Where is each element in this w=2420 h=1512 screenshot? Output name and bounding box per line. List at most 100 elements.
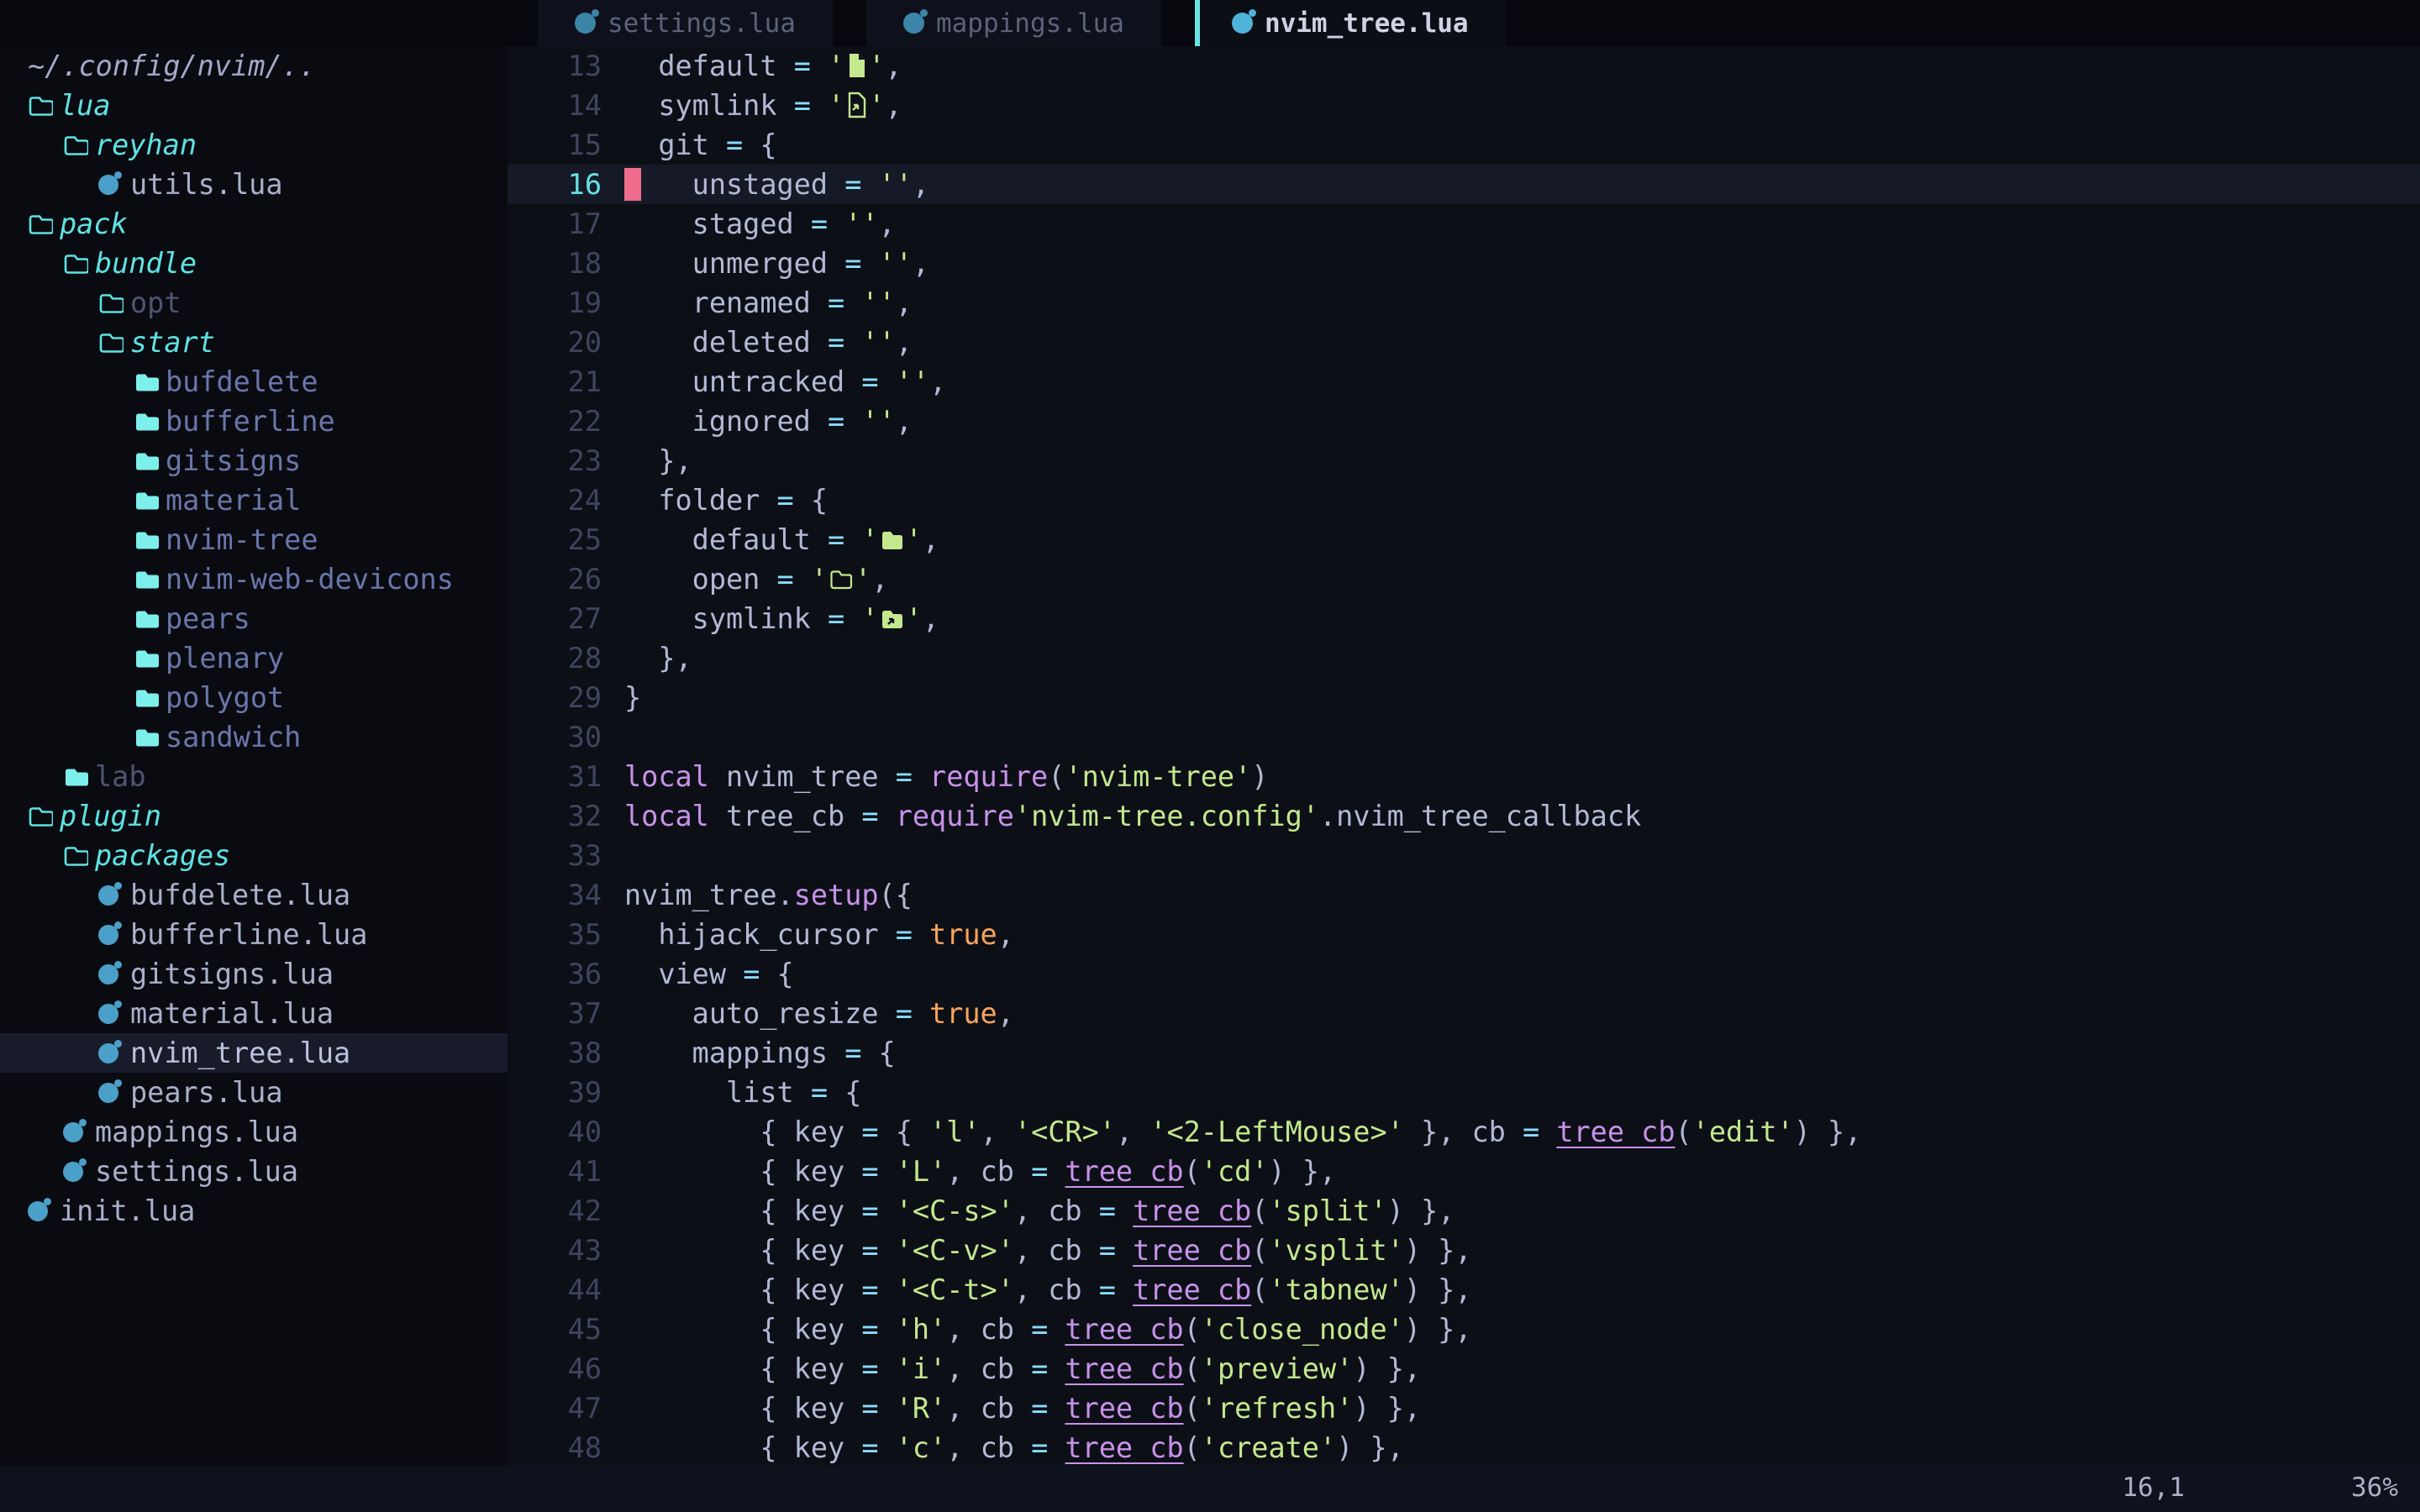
tree-item-material-lua[interactable]: material.lua [0, 994, 508, 1033]
code-line-33[interactable]: 33 [508, 836, 2420, 875]
tree-item-pears-lua[interactable]: pears.lua [0, 1073, 508, 1112]
tree-item-utils-lua[interactable]: utils.lua [0, 165, 508, 204]
tree-item-config-nvim[interactable]: ~/.config/nvim/.. [0, 46, 508, 86]
tree-item-material[interactable]: material [0, 480, 508, 520]
line-number: 25 [508, 520, 624, 559]
code-token [861, 168, 878, 201]
lua-file-icon [98, 885, 130, 906]
tree-item-plugin[interactable]: plugin [0, 796, 508, 836]
tab-label: settings.lua [608, 8, 796, 39]
tree-item-bufferline[interactable]: bufferline [0, 402, 508, 441]
code-line-21[interactable]: 21 untracked = '', [508, 362, 2420, 402]
code-line-37[interactable]: 37 auto_resize = true, [508, 994, 2420, 1033]
code-line-30[interactable]: 30 [508, 717, 2420, 757]
tree-item-packages[interactable]: packages [0, 836, 508, 875]
tree-item-gitsigns-lua[interactable]: gitsigns.lua [0, 954, 508, 994]
tree-item-mappings-lua[interactable]: mappings.lua [0, 1112, 508, 1152]
code-token: }, cb [1404, 1116, 1523, 1148]
code-line-48[interactable]: 48 { key = 'c', cb = tree_cb('create') }… [508, 1428, 2420, 1466]
code-line-20[interactable]: 20 deleted = '', [508, 323, 2420, 362]
code-token: unstaged [641, 168, 844, 201]
code-line-44[interactable]: 44 { key = '<C-t>', cb = tree_cb('tabnew… [508, 1270, 2420, 1310]
code-line-13[interactable]: 13 default = '', [508, 46, 2420, 86]
code-line-45[interactable]: 45 { key = 'h', cb = tree_cb('close_node… [508, 1310, 2420, 1349]
code-line-17[interactable]: 17 staged = '', [508, 204, 2420, 244]
code-token: = [743, 958, 760, 990]
code-line-18[interactable]: 18 unmerged = '', [508, 244, 2420, 283]
code-line-26[interactable]: 26 open = '', [508, 559, 2420, 599]
line-number: 44 [508, 1270, 624, 1310]
folder-open-icon [98, 331, 130, 354]
code-line-47[interactable]: 47 { key = 'R', cb = tree_cb('refresh') … [508, 1389, 2420, 1428]
tree-item-nvim-tree-lua[interactable]: nvim_tree.lua [0, 1033, 508, 1073]
code-line-34[interactable]: 34nvim_tree.setup({ [508, 875, 2420, 915]
line-number: 42 [508, 1191, 624, 1231]
line-number: 32 [508, 796, 624, 836]
tree-item-bufferline-lua[interactable]: bufferline.lua [0, 915, 508, 954]
code-line-16[interactable]: 16 unstaged = '', [508, 165, 2420, 204]
code-line-35[interactable]: 35 hijack_cursor = true, [508, 915, 2420, 954]
code-line-41[interactable]: 41 { key = 'L', cb = tree_cb('cd') }, [508, 1152, 2420, 1191]
code-line-43[interactable]: 43 { key = '<C-v>', cb = tree_cb('vsplit… [508, 1231, 2420, 1270]
code-token: { key [624, 1392, 861, 1425]
code-token: '<CR>' [1014, 1116, 1116, 1148]
code-token: 'nvim-tree' [1065, 760, 1251, 793]
folder-closed-icon [134, 686, 166, 710]
code-line-29[interactable]: 29} [508, 678, 2420, 717]
tab-settings-lua[interactable]: settings.lua [538, 0, 833, 46]
code-token [879, 1313, 896, 1346]
code-line-24[interactable]: 24 folder = { [508, 480, 2420, 520]
tree-item-bufdelete[interactable]: bufdelete [0, 362, 508, 402]
code-token [879, 1273, 896, 1306]
tree-item-bufdelete-lua[interactable]: bufdelete.lua [0, 875, 508, 915]
code-token: , [997, 918, 1014, 951]
code-line-40[interactable]: 40 { key = { 'l', '<CR>', '<2-LeftMouse>… [508, 1112, 2420, 1152]
code-line-22[interactable]: 22 ignored = '', [508, 402, 2420, 441]
code-line-46[interactable]: 46 { key = 'i', cb = tree_cb('preview') … [508, 1349, 2420, 1389]
code-line-39[interactable]: 39 list = { [508, 1073, 2420, 1112]
lua-file-icon [28, 1201, 60, 1221]
tab-mappings-lua[interactable]: mappings.lua [866, 0, 1161, 46]
tree-item-start[interactable]: start [0, 323, 508, 362]
tab-nvim-tree-lua[interactable]: nvim_tree.lua [1195, 0, 1506, 46]
line-number: 43 [508, 1231, 624, 1270]
tree-item-settings-lua[interactable]: settings.lua [0, 1152, 508, 1191]
tree-item-plenary[interactable]: plenary [0, 638, 508, 678]
tree-item-lab[interactable]: lab [0, 757, 508, 796]
code-line-36[interactable]: 36 view = { [508, 954, 2420, 994]
code-token: , [929, 365, 946, 398]
code-line-14[interactable]: 14 symlink = '', [508, 86, 2420, 125]
code-token: '<C-s>' [896, 1194, 1014, 1227]
tree-item-nvim-web-devicons[interactable]: nvim-web-devicons [0, 559, 508, 599]
tree-item-reyhan[interactable]: reyhan [0, 125, 508, 165]
code-line-38[interactable]: 38 mappings = { [508, 1033, 2420, 1073]
code-token: ignored [624, 405, 828, 438]
code-line-42[interactable]: 42 { key = '<C-s>', cb = tree_cb('split'… [508, 1191, 2420, 1231]
lua-file-icon [63, 1162, 95, 1182]
tree-item-init-lua[interactable]: init.lua [0, 1191, 508, 1231]
code-token: ' [811, 563, 828, 596]
lua-file-icon [903, 13, 924, 34]
code-token: = [1031, 1392, 1048, 1425]
code-line-25[interactable]: 25 default = '', [508, 520, 2420, 559]
tree-item-lua[interactable]: lua [0, 86, 508, 125]
code-line-27[interactable]: 27 symlink = '', [508, 599, 2420, 638]
tree-item-gitsigns[interactable]: gitsigns [0, 441, 508, 480]
code-line-32[interactable]: 32local tree_cb = require'nvim-tree.conf… [508, 796, 2420, 836]
code-token: ' [868, 89, 885, 122]
code-token: = [861, 1392, 878, 1425]
code-line-28[interactable]: 28 }, [508, 638, 2420, 678]
code-line-15[interactable]: 15 git = { [508, 125, 2420, 165]
tree-item-sandwich[interactable]: sandwich [0, 717, 508, 757]
tree-item-opt[interactable]: opt [0, 283, 508, 323]
code-line-31[interactable]: 31local nvim_tree = require('nvim-tree') [508, 757, 2420, 796]
code-line-19[interactable]: 19 renamed = '', [508, 283, 2420, 323]
tree-item-pears[interactable]: pears [0, 599, 508, 638]
tree-item-nvim-tree[interactable]: nvim-tree [0, 520, 508, 559]
tree-item-pack[interactable]: pack [0, 204, 508, 244]
code-line-23[interactable]: 23 }, [508, 441, 2420, 480]
code-editor[interactable]: 13 default = '',14 symlink = '',15 git =… [508, 46, 2420, 1466]
code-token: , [896, 326, 913, 359]
tree-item-bundle[interactable]: bundle [0, 244, 508, 283]
tree-item-polygot[interactable]: polygot [0, 678, 508, 717]
